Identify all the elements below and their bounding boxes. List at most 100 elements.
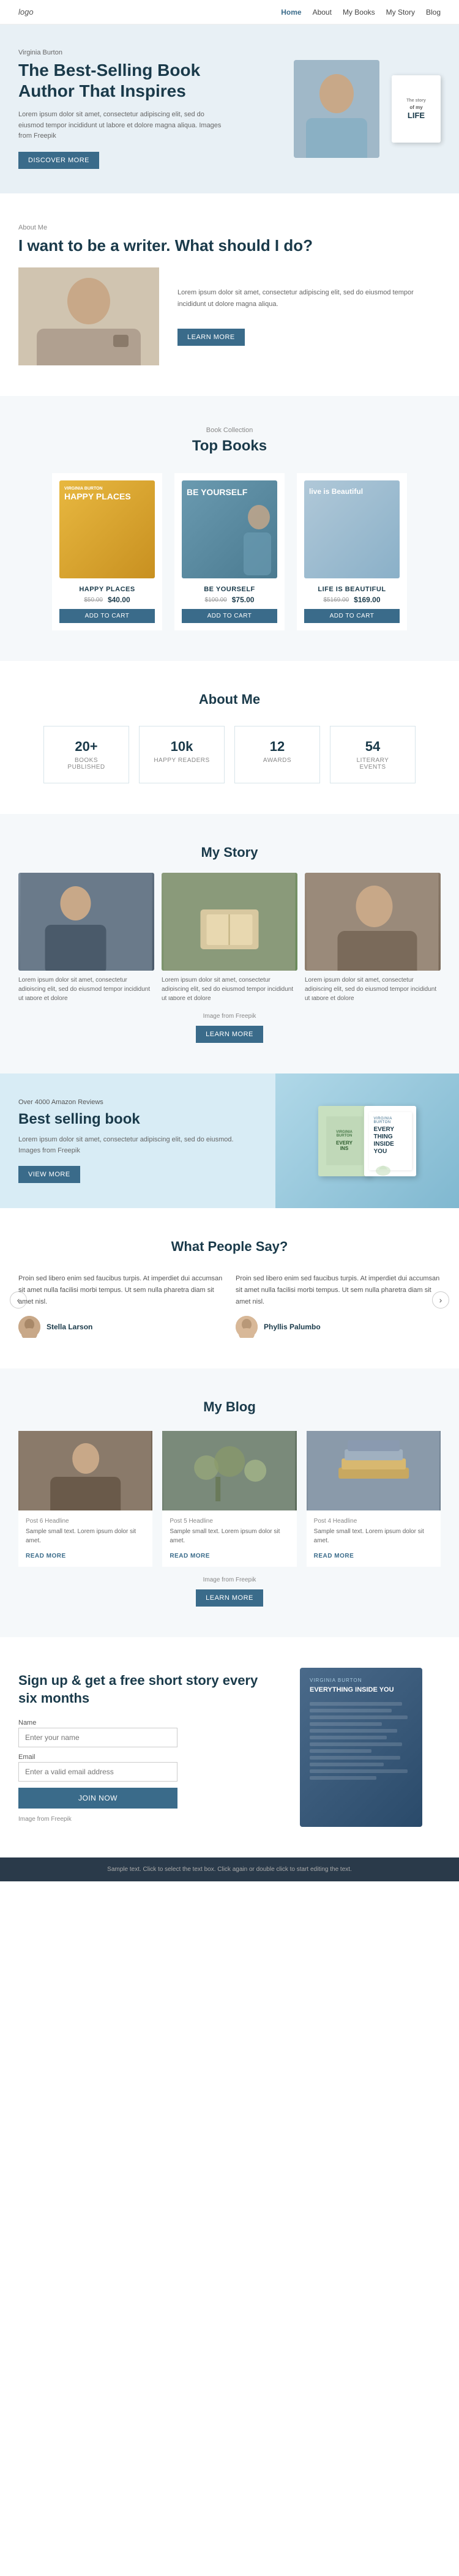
book-cover-2: BE YOURSELF bbox=[182, 480, 277, 578]
blog-learn-more-button[interactable]: LEARN MORE bbox=[196, 1589, 263, 1607]
story-grid: 1990 Lorem ipsum dolor sit amet, consect… bbox=[18, 873, 441, 1003]
blog-body-1: Post 5 Headline Sample small text. Lorem… bbox=[162, 1510, 296, 1567]
blog-image-2 bbox=[307, 1431, 441, 1510]
stats-section: About Me 20+ BOOKS PUBLISHED 10k HAPPY R… bbox=[0, 661, 459, 814]
stat-number-2: 12 bbox=[247, 739, 307, 755]
stat-label-2: AWARDS bbox=[247, 757, 307, 764]
signup-name-input[interactable] bbox=[18, 1728, 177, 1747]
signup-image-credit: Image from Freepik bbox=[18, 1816, 269, 1823]
blog-image-credit: Image from Freepik bbox=[18, 1577, 441, 1583]
book-new-price-1: $40.00 bbox=[108, 595, 130, 604]
testimonial-text-1: Proin sed libero enim sed faucibus turpi… bbox=[236, 1273, 441, 1307]
book-old-price-1: $50.00 bbox=[84, 597, 103, 603]
blog-image-0 bbox=[18, 1431, 152, 1510]
blog-grid: Post 6 Headline Sample small text. Lorem… bbox=[18, 1431, 441, 1567]
signup-form: Name Email JOIN NOW bbox=[18, 1719, 177, 1809]
signup-title: Sign up & get a free short story every s… bbox=[18, 1672, 269, 1707]
bestsell-book1-label: VIRGINIA BURTON bbox=[330, 1130, 359, 1138]
testimonial-name-1: Phyllis Palumbo bbox=[264, 1323, 321, 1331]
nav-my-books[interactable]: My Books bbox=[343, 8, 375, 17]
book-name-1: HAPPY PLACES bbox=[64, 492, 131, 501]
stat-label-0: BOOKS PUBLISHED bbox=[56, 757, 116, 771]
book-cover-text-1: VIRGINIA BURTON HAPPY PLACES bbox=[64, 487, 131, 501]
testimonials-container: ‹ Proin sed libero enim sed faucibus tur… bbox=[18, 1273, 441, 1338]
hero-book-title: The story of my LIFE bbox=[406, 97, 426, 121]
bestsell-image: VIRGINIA BURTON EVERYINS VIRGINIA BURTON… bbox=[275, 1073, 459, 1208]
nav-about[interactable]: About bbox=[313, 8, 332, 17]
blog-read-more-0[interactable]: READ MORE bbox=[26, 1553, 66, 1559]
book-card-2: BE YOURSELF BE YOURSELF $100.00 $75.00 A… bbox=[174, 473, 285, 630]
book-cart-btn-1[interactable]: ADD TO CART bbox=[59, 609, 155, 623]
story-learn-more-button[interactable]: LEARN MORE bbox=[196, 1026, 263, 1043]
blog-card-2: Post 4 Headline Sample small text. Lorem… bbox=[307, 1431, 441, 1567]
blog-excerpt-1: Sample small text. Lorem ipsum dolor sit… bbox=[170, 1527, 289, 1545]
footer-text: Sample text. Click to select the text bo… bbox=[107, 1866, 352, 1873]
book-cover-1: VIRGINIA BURTON HAPPY PLACES bbox=[59, 480, 155, 578]
bestsell-books: VIRGINIA BURTON EVERYINS VIRGINIA BURTON… bbox=[318, 1106, 416, 1176]
book-old-price-3: $5169.00 bbox=[323, 597, 349, 603]
bestsell-section: Over 4000 Amazon Reviews Best selling bo… bbox=[0, 1073, 459, 1208]
hero-photo-inner bbox=[294, 60, 379, 158]
about-learn-more-button[interactable]: LEARN MORE bbox=[177, 329, 245, 346]
testimonial-avatar-0 bbox=[18, 1316, 40, 1338]
stat-number-0: 20+ bbox=[56, 739, 116, 755]
story-item-2: 2013 Lorem ipsum dolor sit amet, consect… bbox=[305, 873, 441, 1003]
stat-happy-readers: 10k HAPPY READERS bbox=[139, 726, 225, 783]
navbar: logo Home About My Books My Story Blog bbox=[0, 0, 459, 24]
blog-excerpt-2: Sample small text. Lorem ipsum dolor sit… bbox=[314, 1527, 433, 1545]
book-cart-btn-3[interactable]: ADD TO CART bbox=[304, 609, 400, 623]
hero-discover-button[interactable]: DISCOVER MORE bbox=[18, 152, 99, 169]
signup-join-button[interactable]: JOIN NOW bbox=[18, 1788, 177, 1809]
bestsell-view-more-button[interactable]: VIEW MORE bbox=[18, 1166, 80, 1183]
bestsell-text: Over 4000 Amazon Reviews Best selling bo… bbox=[0, 1074, 275, 1208]
blog-title: My Blog bbox=[18, 1399, 441, 1415]
book-price-row-2: $100.00 $75.00 bbox=[182, 595, 277, 604]
hero-section: Virginia Burton The Best-Selling Book Au… bbox=[0, 24, 459, 193]
book-cover-text-3: live is Beautiful bbox=[309, 487, 363, 496]
blog-card-1: Post 5 Headline Sample small text. Lorem… bbox=[162, 1431, 296, 1567]
testimonials-next-button[interactable]: › bbox=[432, 1291, 449, 1309]
blog-body-0: Post 6 Headline Sample small text. Lorem… bbox=[18, 1510, 152, 1567]
book-price-row-1: $50.00 $40.00 bbox=[59, 595, 155, 604]
signup-email-input[interactable] bbox=[18, 1762, 177, 1782]
testimonials-section: What People Say? ‹ Proin sed libero enim… bbox=[0, 1208, 459, 1368]
book-new-price-3: $169.00 bbox=[354, 595, 380, 604]
book-cover-text-2: BE YOURSELF bbox=[187, 487, 247, 497]
story-image-1 bbox=[162, 873, 297, 971]
bestsell-reviews: Over 4000 Amazon Reviews bbox=[18, 1099, 257, 1106]
about-title: I want to be a writer. What should I do? bbox=[18, 236, 441, 255]
story-image-credit: Image from Freepik bbox=[18, 1013, 441, 1020]
book-cart-btn-2[interactable]: ADD TO CART bbox=[182, 609, 277, 623]
hero-subtitle: Virginia Burton bbox=[18, 49, 226, 56]
about-label: About Me bbox=[18, 224, 441, 231]
nav-home[interactable]: Home bbox=[281, 8, 301, 17]
testimonial-name-0: Stella Larson bbox=[47, 1323, 92, 1331]
book-title-3: LIFE IS BEAUTIFUL bbox=[304, 586, 400, 593]
nav-blog[interactable]: Blog bbox=[426, 8, 441, 17]
book-title-1: HAPPY PLACES bbox=[59, 586, 155, 593]
stat-number-3: 54 bbox=[343, 739, 403, 755]
about-row: Lorem ipsum dolor sit amet, consectetur … bbox=[18, 267, 441, 365]
bestsell-description: Lorem ipsum dolor sit amet, consectetur … bbox=[18, 1135, 257, 1156]
stats-grid: 20+ BOOKS PUBLISHED 10k HAPPY READERS 12… bbox=[18, 726, 441, 783]
book-old-price-2: $100.00 bbox=[205, 597, 227, 603]
bestsell-book2-label: VIRGINIA BURTON bbox=[374, 1117, 407, 1124]
blog-post-label-2: Post 4 Headline bbox=[314, 1518, 433, 1525]
blog-read-more-1[interactable]: READ MORE bbox=[170, 1553, 210, 1559]
nav-links: Home About My Books My Story Blog bbox=[281, 8, 441, 17]
hero-description: Lorem ipsum dolor sit amet, consectetur … bbox=[18, 110, 226, 142]
story-section: My Story 1990 Lorem ipsum dolor sit amet… bbox=[0, 814, 459, 1073]
footer: Sample text. Click to select the text bo… bbox=[0, 1857, 459, 1881]
nav-my-story[interactable]: My Story bbox=[386, 8, 415, 17]
blog-read-more-2[interactable]: READ MORE bbox=[314, 1553, 354, 1559]
testimonial-text-0: Proin sed libero enim sed faucibus turpi… bbox=[18, 1273, 223, 1307]
about-section: About Me I want to be a writer. What sho… bbox=[0, 193, 459, 396]
signup-email-label: Email bbox=[18, 1753, 177, 1761]
stat-awards: 12 AWARDS bbox=[234, 726, 320, 783]
testimonial-author-1: Phyllis Palumbo bbox=[236, 1316, 441, 1338]
bestsell-title: Best selling book bbox=[18, 1111, 257, 1129]
book-card-1: VIRGINIA BURTON HAPPY PLACES HAPPY PLACE… bbox=[52, 473, 162, 630]
blog-footer: Image from Freepik LEARN MORE bbox=[18, 1577, 441, 1607]
books-section: Book Collection Top Books VIRGINIA BURTO… bbox=[0, 396, 459, 661]
blog-body-2: Post 4 Headline Sample small text. Lorem… bbox=[307, 1510, 441, 1567]
